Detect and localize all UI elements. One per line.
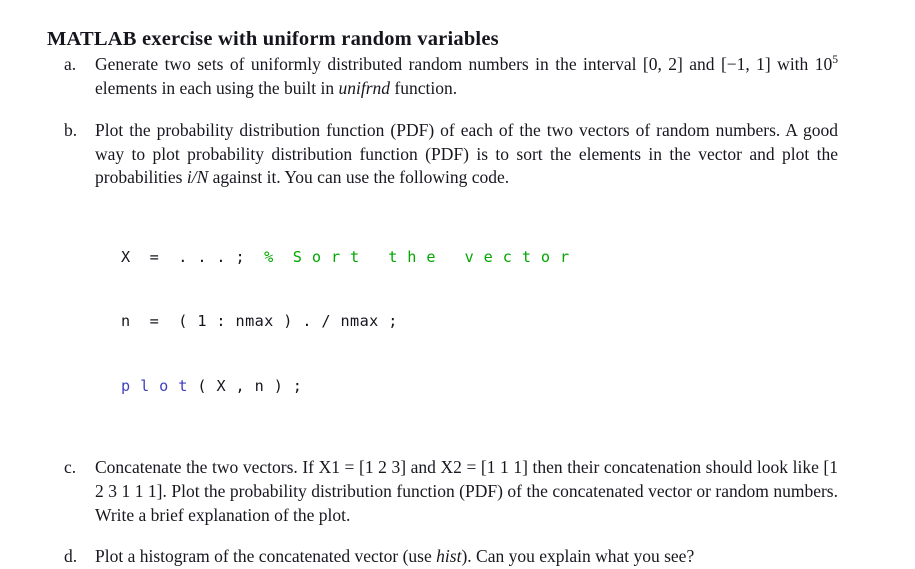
code-line-1-plain: X = . . . ; <box>121 247 265 266</box>
list-marker-b: b. <box>64 120 78 141</box>
code-line-3-function: p l o t <box>121 376 188 395</box>
item-a-exponent: 5 <box>832 54 838 67</box>
list-item-c: c. Concatenate the two vectors. If X1 = … <box>0 456 915 527</box>
list-marker-d: d. <box>64 546 78 567</box>
code-line-1: X = . . . ; % S o r t t h e v e c t o r <box>121 247 838 269</box>
list-item-c-body: Concatenate the two vectors. If X1 = [1 … <box>95 456 838 527</box>
code-line-3-plain: ( X , n ) ; <box>187 376 303 395</box>
item-a-text-part1: Generate two sets of uniformly distribut… <box>95 54 833 74</box>
item-b-math-ratio: i/N <box>186 167 209 188</box>
list-marker-c: c. <box>64 457 77 478</box>
code-line-2-plain: n = ( 1 : nmax ) . / nmax ; <box>121 312 398 331</box>
code-line-2: n = ( 1 : nmax ) . / nmax ; <box>121 311 838 333</box>
item-a-text-part3: function. <box>390 77 458 98</box>
list-item-b-body: Plot the probability distribution functi… <box>95 119 838 440</box>
matlab-code-listing: X = . . . ; % S o r t t h e v e c t o r … <box>121 204 838 441</box>
item-c-text: Concatenate the two vectors. If X1 = [1 … <box>95 457 838 525</box>
list-item-d-body: Plot a histogram of the concatenated vec… <box>95 545 838 569</box>
list-marker-a: a. <box>64 54 77 74</box>
list-item-d: d. Plot a histogram of the concatenated … <box>0 545 915 569</box>
code-line-3: p l o t ( X , n ) ; <box>121 376 838 398</box>
exercise-list: a. Generate two sets of uniformly distri… <box>0 53 915 569</box>
document-page: MATLAB exercise with uniform random vari… <box>0 0 915 567</box>
page-title: MATLAB exercise with uniform random vari… <box>47 27 499 50</box>
code-line-1-comment: % S o r t t h e v e c t o r <box>264 247 570 266</box>
list-item-a: a. Generate two sets of uniformly distri… <box>0 53 915 100</box>
list-item-a-body: Generate two sets of uniformly distribut… <box>95 53 838 100</box>
item-a-text-part2: elements in each using the built in <box>95 77 339 98</box>
item-a-function-name: unifrnd <box>338 77 391 98</box>
item-d-text-part2: ). Can you explain what you see? <box>461 546 695 567</box>
list-item-b: b. Plot the probability distribution fun… <box>0 119 915 440</box>
paragraph: Plot a histogram of the concatenated vec… <box>95 545 838 569</box>
item-d-function-name: hist <box>436 546 462 567</box>
item-d-text-part1: Plot a histogram of the concatenated vec… <box>95 546 437 567</box>
paragraph: Generate two sets of uniformly distribut… <box>95 53 838 100</box>
item-b-text-part2: against it. You can use the following co… <box>208 167 510 188</box>
paragraph: Plot the probability distribution functi… <box>95 119 838 190</box>
